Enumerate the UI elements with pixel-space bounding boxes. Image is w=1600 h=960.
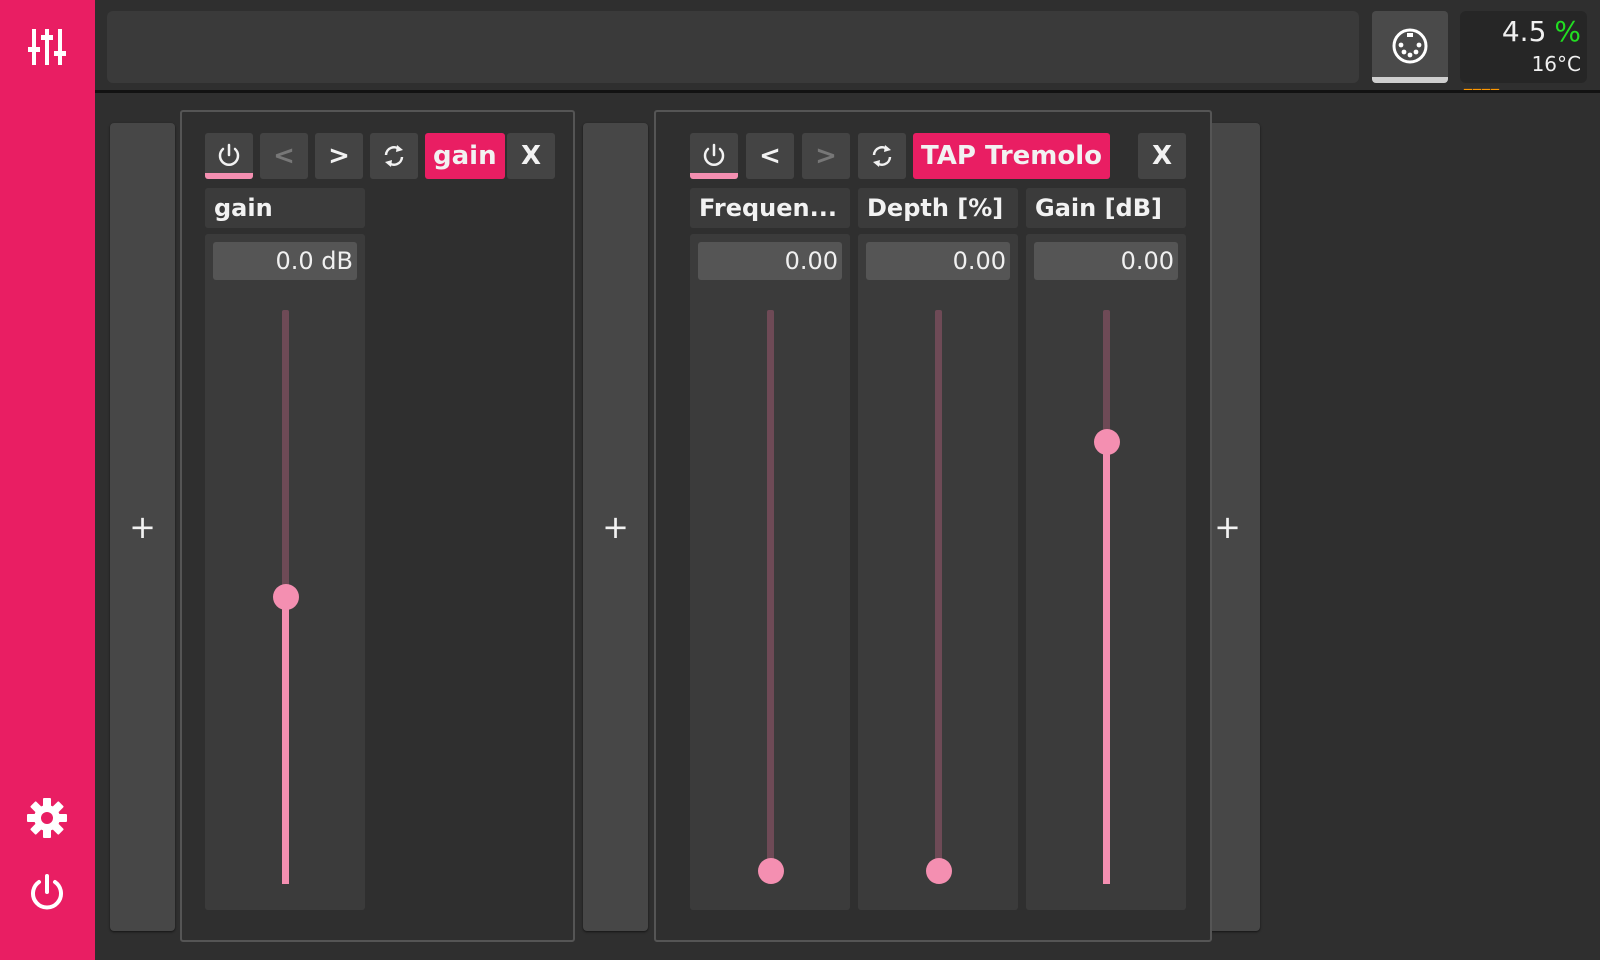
plugin-gain-move-right-button[interactable]: > [315,133,363,179]
cpu-usage-unit: % [1554,15,1581,48]
slider-fill [1103,442,1110,884]
slider-gain[interactable] [272,310,299,884]
sidebar [0,0,95,960]
plugin-tremolo-close-button[interactable]: X [1138,133,1186,179]
midi-port-button[interactable] [1372,11,1448,83]
control-value-depth[interactable]: 0.00 [866,242,1010,280]
plugin-gain-name-button[interactable]: gain [425,133,505,179]
header-divider [95,90,1600,93]
slider-depth[interactable] [925,310,952,884]
add-plugin-slot-2[interactable]: + [583,123,648,931]
control-label-gain: gain [205,188,365,228]
title-bar [107,11,1359,83]
xrun-meter: ____ [1464,71,1500,90]
slider-fill [282,597,289,884]
cpu-usage-value: 4.5 [1501,15,1547,48]
refresh-icon [872,145,892,167]
control-value-frequency[interactable]: 0.00 [698,242,842,280]
plugin-gain-close-button[interactable]: X [507,133,555,179]
plugin-tremolo-power-button[interactable] [690,133,738,179]
power-icon [703,143,725,166]
plugin-gain-power-button[interactable] [205,133,253,179]
control-label-frequency: Frequen... [690,188,850,228]
add-plugin-slot-1[interactable]: + [110,123,175,931]
slider-gain-db[interactable] [1093,310,1120,884]
slider-handle[interactable] [925,858,952,884]
temperature: 16°C [1531,52,1581,76]
plugin-tremolo-name-button[interactable]: TAP Tremolo [913,133,1111,179]
mixer-sliders-icon[interactable] [22,22,72,72]
control-label-depth: Depth [%] [858,188,1018,228]
refresh-icon [384,145,404,167]
midi-port-icon [1392,28,1428,64]
plugin-tremolo-reset-button[interactable] [858,133,906,179]
midi-active-indicator [1372,77,1448,83]
power-icon[interactable] [22,868,72,918]
control-value-gain[interactable]: 0.0 dB [213,242,357,280]
cpu-monitor: 4.5% 16°C ____ [1460,11,1587,90]
plugin-tremolo-move-right-button[interactable]: > [802,133,850,179]
plugin-tremolo-move-left-button[interactable]: < [746,133,794,179]
plugin-gain-move-left-button[interactable]: < [260,133,308,179]
cpu-usage: 4.5% [1502,15,1581,48]
control-label-gain-db: Gain [dB] [1026,188,1186,228]
plugin-gain-reset-button[interactable] [370,133,418,179]
slider-handle[interactable] [757,858,784,884]
control-value-gain-db[interactable]: 0.00 [1034,242,1178,280]
power-icon [218,143,240,166]
gear-icon[interactable] [22,793,72,843]
slider-handle[interactable] [1093,429,1120,456]
slider-handle[interactable] [272,584,299,610]
slider-frequency[interactable] [757,310,784,884]
